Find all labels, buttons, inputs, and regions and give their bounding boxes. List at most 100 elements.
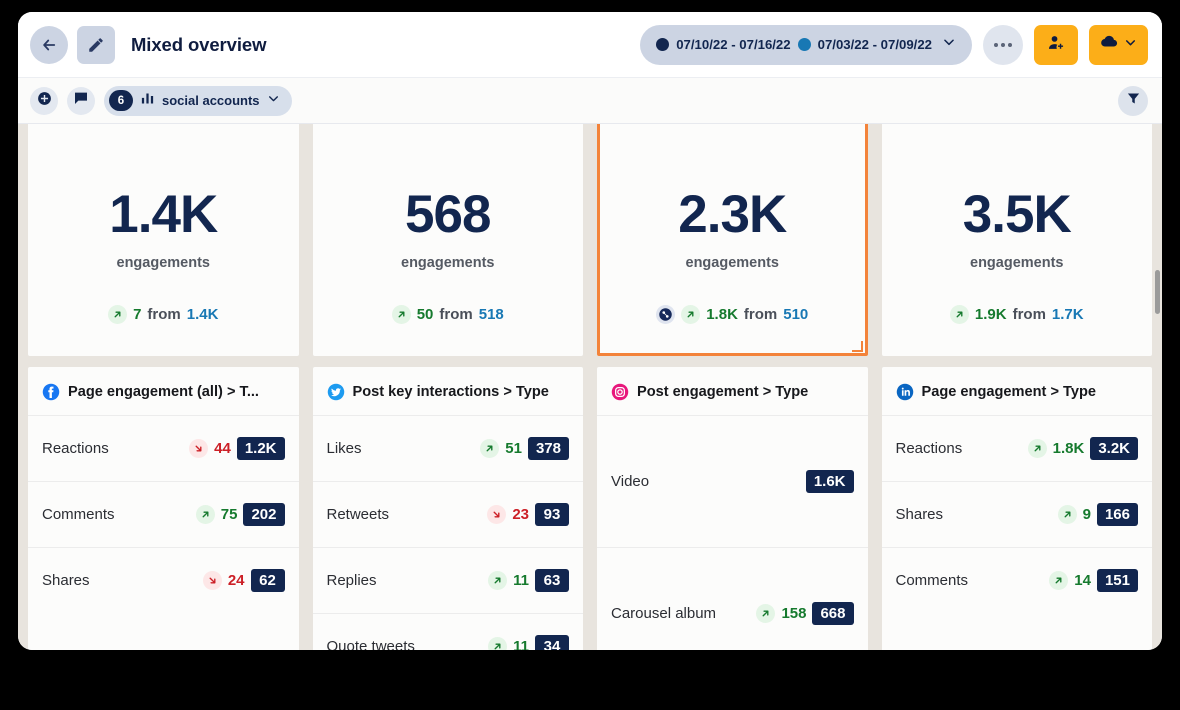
metric-label: engagements [401, 255, 495, 271]
filter-icon [1126, 91, 1141, 111]
row-delta: 24 [227, 572, 245, 589]
row-metrics: 9 166 [1057, 503, 1138, 526]
row-value: 62 [250, 569, 285, 592]
resize-corner-icon[interactable] [851, 341, 863, 352]
row-value: 1.6K [805, 470, 854, 493]
arrow-up-icon [756, 604, 776, 623]
filter-button[interactable] [1118, 85, 1148, 116]
row-label: Shares [42, 572, 90, 589]
back-button[interactable] [30, 25, 68, 64]
row-label: Reactions [42, 440, 109, 457]
primary-period-dot [656, 38, 670, 51]
metric-card-selected[interactable]: 2.3K engagements 1.8K from 510 [597, 124, 868, 356]
arrow-up-icon [488, 637, 508, 650]
row-delta: 158 [781, 605, 807, 622]
add-user-icon [1047, 33, 1066, 57]
widget-linkedin[interactable]: Page engagement > Type Reactions 1.8K 3.… [881, 367, 1152, 650]
more-options-button[interactable] [983, 24, 1023, 65]
metric-delta: 50 from 518 [391, 305, 504, 324]
delta-previous-value: 510 [783, 306, 809, 323]
metric-value: 2.3K [678, 185, 787, 244]
add-widget-button[interactable] [30, 86, 58, 115]
primary-date-range: 07/10/22 - 07/16/22 [676, 37, 791, 52]
share-button[interactable] [1034, 24, 1078, 65]
metric-delta: 7 from 1.4K [108, 305, 218, 324]
table-row[interactable]: Carousel album 158 668 [597, 547, 868, 650]
table-row[interactable]: Reactions 44 1.2K [28, 415, 299, 481]
row-delta: 11 [513, 572, 529, 589]
arrow-left-icon [40, 36, 58, 54]
arrow-down-icon [202, 571, 222, 590]
row-label: Shares [895, 506, 944, 523]
metric-delta: 1.9K from 1.7K [949, 305, 1084, 324]
export-button[interactable] [1089, 24, 1148, 65]
linkedin-icon [896, 383, 914, 401]
row-metrics: 11 63 [488, 569, 569, 592]
facebook-icon [42, 383, 60, 401]
widget-header: Post engagement > Type [597, 367, 868, 415]
row-metrics: 11 34 [488, 635, 569, 650]
dashboard-board: 1.4K engagements 7 from 1.4K 568 engagem… [18, 124, 1162, 650]
metric-cards-row: 1.4K engagements 7 from 1.4K 568 engagem… [28, 124, 1152, 356]
table-row[interactable]: Retweets 23 93 [312, 481, 583, 547]
table-row[interactable]: Reactions 1.8K 3.2K [881, 415, 1152, 481]
arrow-up-icon [1049, 571, 1069, 590]
delta-from-label: from [439, 306, 473, 323]
delta-from-label: from [1012, 306, 1046, 323]
row-value: 378 [527, 437, 569, 460]
row-metrics: 75 202 [195, 503, 285, 526]
row-metrics: 24 62 [202, 569, 285, 592]
date-range-selector[interactable]: 07/10/22 - 07/16/22 07/03/22 - 07/09/22 [640, 24, 972, 65]
metric-card[interactable]: 568 engagements 50 from 518 [312, 124, 583, 356]
row-label: Video [611, 473, 650, 490]
row-value: 34 [535, 635, 569, 650]
chevron-down-icon [1124, 36, 1137, 54]
row-label: Quote tweets [326, 638, 415, 650]
pencil-icon [87, 36, 105, 54]
table-row[interactable]: Shares 24 62 [28, 547, 299, 613]
row-metrics: 158 668 [756, 602, 854, 625]
arrow-up-icon [1027, 439, 1047, 458]
table-row[interactable]: Likes 51 378 [312, 415, 583, 481]
widget-title: Page engagement (all) > T... [68, 384, 259, 400]
delta-value: 1.9K [974, 306, 1007, 323]
delta-value: 1.8K [706, 306, 738, 323]
comparison-date-range: 07/03/22 - 07/09/22 [817, 37, 932, 52]
widget-instagram[interactable]: Post engagement > Type Video 1.6K Carous… [597, 367, 868, 650]
widget-twitter[interactable]: Post key interactions > Type Likes 51 37… [312, 367, 583, 650]
comment-icon [73, 90, 89, 111]
arrow-down-icon [487, 505, 507, 524]
comment-button[interactable] [67, 86, 95, 115]
row-value: 93 [535, 503, 569, 526]
social-accounts-filter[interactable]: 6 social accounts [104, 85, 292, 116]
top-toolbar-actions: 07/10/22 - 07/16/22 07/03/22 - 07/09/22 [640, 24, 1148, 65]
row-delta: 1.8K [1052, 440, 1085, 457]
row-metrics: 51 378 [480, 437, 569, 460]
table-row[interactable]: Quote tweets 11 34 [312, 613, 583, 650]
vertical-scrollbar[interactable] [1155, 270, 1160, 314]
table-row[interactable]: Replies 11 63 [312, 547, 583, 613]
table-row[interactable]: Video 1.6K [597, 415, 868, 547]
row-value: 3.2K [1090, 437, 1138, 460]
table-row[interactable]: Comments 75 202 [28, 481, 299, 547]
row-value: 202 [243, 503, 285, 526]
delta-from-label: from [147, 306, 181, 323]
table-row[interactable]: Comments 14 151 [881, 547, 1152, 613]
row-metrics: 1.6K [805, 470, 854, 493]
widget-facebook[interactable]: Page engagement (all) > T... Reactions 4… [28, 367, 299, 650]
edit-button[interactable] [77, 25, 115, 64]
comparison-period-dot [797, 38, 811, 51]
delta-previous-value: 518 [478, 306, 504, 323]
delta-previous-value: 1.4K [186, 306, 219, 323]
metric-card[interactable]: 1.4K engagements 7 from 1.4K [28, 124, 299, 356]
metric-value: 568 [405, 185, 491, 244]
metric-card[interactable]: 3.5K engagements 1.9K from 1.7K [881, 124, 1152, 356]
ellipsis-icon [994, 42, 1012, 47]
table-row[interactable]: Shares 9 166 [881, 481, 1152, 547]
metric-label: engagements [685, 255, 779, 271]
instagram-icon [611, 383, 629, 401]
row-delta: 9 [1082, 506, 1091, 523]
row-label: Replies [326, 572, 377, 589]
page-title: Mixed overview [131, 33, 267, 55]
metric-delta: 1.8K from 510 [656, 305, 808, 324]
